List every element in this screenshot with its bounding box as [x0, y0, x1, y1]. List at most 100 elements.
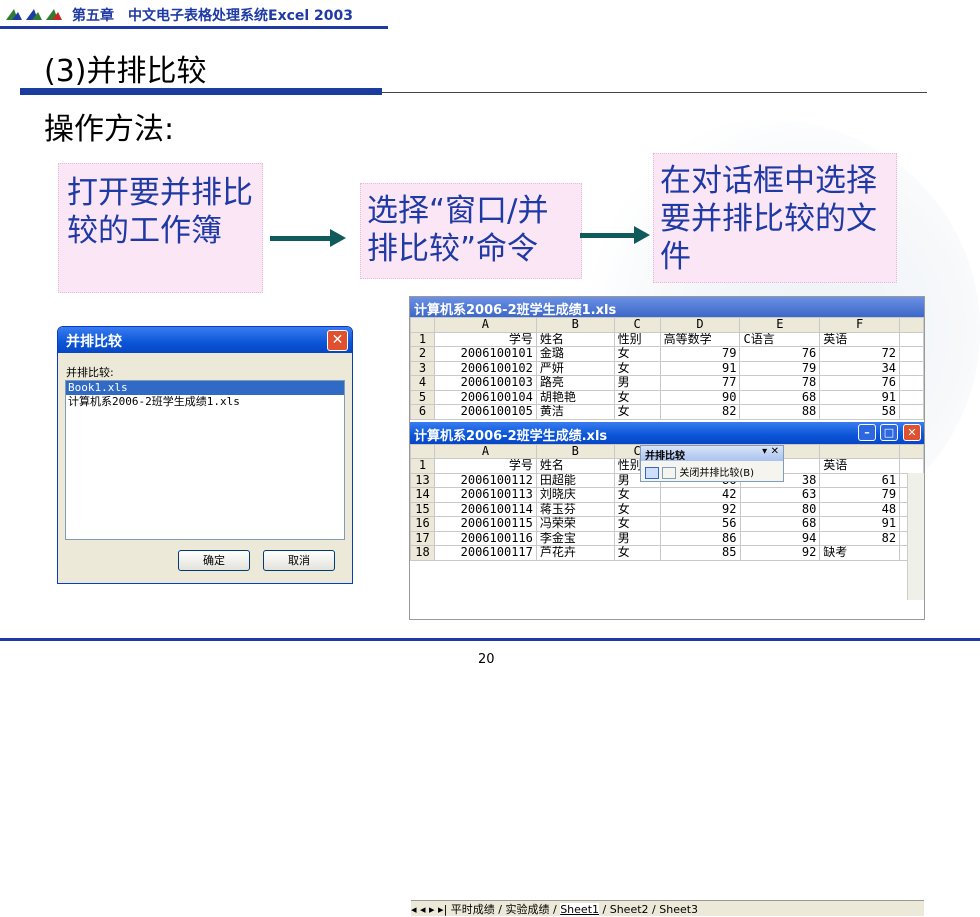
tab-sheet-active[interactable]: Sheet1: [560, 903, 600, 916]
cancel-button[interactable]: 取消: [263, 550, 335, 571]
close-compare-button[interactable]: 关闭并排比较(B): [679, 468, 754, 479]
reset-position-icon[interactable]: [662, 467, 677, 479]
column-header[interactable]: A: [433, 317, 537, 333]
table-cell[interactable]: 英语: [819, 458, 901, 474]
table-cell[interactable]: 学号: [433, 458, 537, 474]
table-cell[interactable]: 路亮: [535, 375, 615, 391]
table-cell[interactable]: 56: [659, 516, 741, 532]
column-header[interactable]: [410, 443, 435, 459]
table-cell[interactable]: 58: [819, 404, 901, 420]
table-cell[interactable]: 91: [659, 360, 741, 376]
column-header[interactable]: F: [819, 317, 901, 333]
table-cell[interactable]: 34: [819, 360, 901, 376]
table-cell[interactable]: 85: [659, 545, 741, 561]
table-cell[interactable]: 女: [613, 516, 661, 532]
table-cell[interactable]: 78: [739, 375, 821, 391]
table-cell[interactable]: 姓名: [535, 458, 615, 474]
table-cell[interactable]: 80: [739, 501, 821, 517]
table-cell[interactable]: 68: [739, 516, 821, 532]
row-header[interactable]: 1: [410, 458, 435, 474]
table-cell[interactable]: 姓名: [535, 331, 615, 347]
table-cell[interactable]: 92: [659, 501, 741, 517]
table-cell[interactable]: 92: [739, 545, 821, 561]
table-cell[interactable]: 94: [739, 530, 821, 546]
table-cell[interactable]: 91: [819, 516, 901, 532]
table-cell[interactable]: 76: [739, 346, 821, 362]
table-cell[interactable]: 高等数学: [659, 331, 741, 347]
table-cell[interactable]: 79: [659, 346, 741, 362]
column-header[interactable]: [410, 317, 435, 333]
table-cell[interactable]: 2006100114: [433, 501, 537, 517]
row-header[interactable]: 15: [410, 501, 435, 517]
close-icon[interactable]: ✕: [903, 423, 921, 441]
row-header[interactable]: 1: [410, 331, 435, 347]
table-cell[interactable]: 李金宝: [535, 530, 615, 546]
table-cell[interactable]: 2006100105: [433, 404, 537, 420]
table-cell[interactable]: 82: [659, 404, 741, 420]
column-header[interactable]: B: [535, 317, 615, 333]
table-cell[interactable]: 女: [613, 501, 661, 517]
table-cell[interactable]: 黄洁: [535, 404, 615, 420]
row-header[interactable]: 3: [410, 360, 435, 376]
column-header[interactable]: E: [739, 317, 821, 333]
row-header[interactable]: 4: [410, 375, 435, 391]
table-cell[interactable]: 42: [659, 487, 741, 503]
column-header[interactable]: [819, 443, 901, 459]
table-cell[interactable]: 2006100102: [433, 360, 537, 376]
table-cell[interactable]: 女: [613, 545, 661, 561]
tab-sheet[interactable]: 平时成绩: [451, 903, 495, 916]
table-cell[interactable]: 72: [819, 346, 901, 362]
table-cell[interactable]: 76: [819, 375, 901, 391]
table-cell[interactable]: 刘晓庆: [535, 487, 615, 503]
table-cell[interactable]: 2006100117: [433, 545, 537, 561]
row-header[interactable]: 17: [410, 530, 435, 546]
table-cell[interactable]: 女: [613, 487, 661, 503]
table-cell[interactable]: 2006100112: [433, 472, 537, 488]
tab-sheet[interactable]: Sheet2: [610, 903, 649, 916]
column-header[interactable]: D: [659, 317, 741, 333]
table-cell[interactable]: 女: [613, 346, 661, 362]
table-cell[interactable]: 性别: [613, 331, 661, 347]
table-cell[interactable]: 女: [613, 404, 661, 420]
table-cell[interactable]: 48: [819, 501, 901, 517]
vertical-scrollbar[interactable]: [907, 473, 924, 600]
column-header[interactable]: A: [433, 443, 537, 459]
table-cell[interactable]: 91: [819, 389, 901, 405]
table-cell[interactable]: 88: [739, 404, 821, 420]
table-cell[interactable]: 学号: [433, 331, 537, 347]
maximize-icon[interactable]: □: [880, 423, 898, 441]
ok-button[interactable]: 确定: [178, 550, 250, 571]
table-cell[interactable]: 63: [739, 487, 821, 503]
table-cell[interactable]: 田超能: [535, 472, 615, 488]
table-cell[interactable]: 女: [613, 389, 661, 405]
toolbar-close-icon[interactable]: ▾ ✕: [762, 446, 779, 457]
column-header[interactable]: B: [535, 443, 615, 459]
table-cell[interactable]: 79: [739, 360, 821, 376]
list-item[interactable]: Book1.xls: [66, 381, 344, 395]
table-cell[interactable]: 芦花卉: [535, 545, 615, 561]
table-cell[interactable]: 82: [819, 530, 901, 546]
list-item[interactable]: 计算机系2006-2班学生成绩1.xls: [66, 395, 344, 409]
row-header[interactable]: 14: [410, 487, 435, 503]
table-cell[interactable]: 86: [659, 530, 741, 546]
tab-sheet[interactable]: Sheet3: [659, 903, 698, 916]
table-cell[interactable]: 胡艳艳: [535, 389, 615, 405]
tab-nav-icons[interactable]: ◂ ◂ ▸ ▸|: [411, 903, 447, 916]
table-cell[interactable]: 男: [613, 375, 661, 391]
row-header[interactable]: 5: [410, 389, 435, 405]
column-header[interactable]: C: [613, 317, 661, 333]
row-header[interactable]: 13: [410, 472, 435, 488]
table-cell[interactable]: 2006100115: [433, 516, 537, 532]
table-cell[interactable]: 冯荣荣: [535, 516, 615, 532]
table-cell[interactable]: 2006100101: [433, 346, 537, 362]
row-header[interactable]: 2: [410, 346, 435, 362]
table-cell[interactable]: 严妍: [535, 360, 615, 376]
table-cell[interactable]: 金璐: [535, 346, 615, 362]
table-cell[interactable]: 2006100103: [433, 375, 537, 391]
table-cell[interactable]: 蒋玉芬: [535, 501, 615, 517]
table-cell[interactable]: 90: [659, 389, 741, 405]
table-cell[interactable]: 女: [613, 360, 661, 376]
table-cell[interactable]: 英语: [819, 331, 901, 347]
table-cell[interactable]: 2006100113: [433, 487, 537, 503]
table-cell[interactable]: 77: [659, 375, 741, 391]
